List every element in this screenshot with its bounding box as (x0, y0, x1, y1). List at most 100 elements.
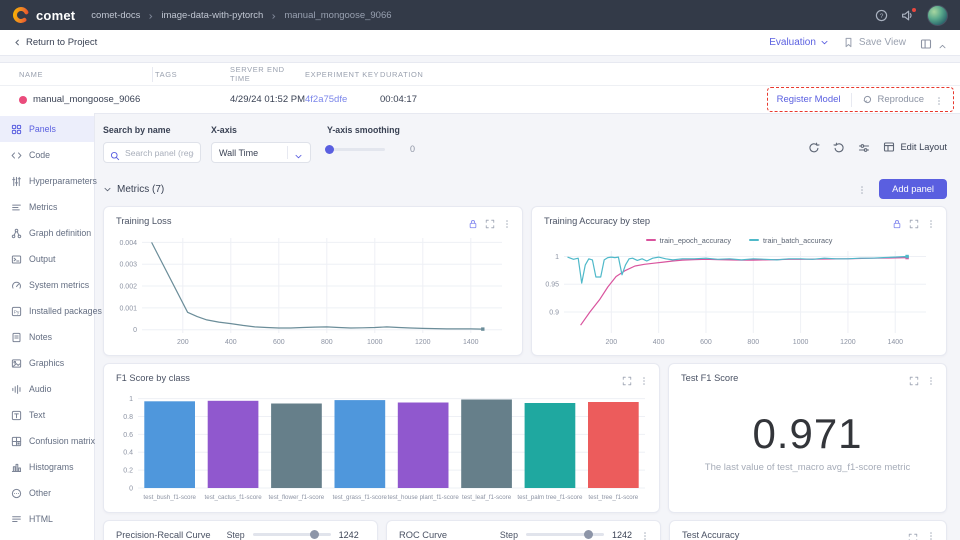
roc-step-slider[interactable] (526, 533, 604, 536)
sidebar-item-installed-packages[interactable]: PyInstalled packages (0, 298, 94, 324)
sidebar-item-other[interactable]: Other (0, 480, 94, 506)
svg-text:test_tree_f1-score: test_tree_f1-score (588, 494, 638, 501)
legend-item-train_epoch_accuracy[interactable]: train_epoch_accuracy (646, 236, 731, 245)
sidebar-item-hyperparameters[interactable]: Hyperparameters (0, 168, 94, 194)
sidebar-item-html[interactable]: HTML (0, 506, 94, 532)
svg-text:1000: 1000 (793, 339, 809, 346)
column-header: SERVER END TIME (230, 65, 305, 83)
search-icon (110, 148, 120, 158)
more-options-icon[interactable] (934, 94, 944, 106)
svg-text:200: 200 (177, 339, 189, 346)
panel-title: Test F1 Score (681, 373, 738, 383)
chevron-up-icon[interactable] (938, 38, 947, 47)
panel-options-icon[interactable] (640, 529, 650, 540)
view-selector-dropdown[interactable]: Evaluation (769, 37, 829, 48)
edit-layout-button[interactable]: Edit Layout (883, 141, 947, 153)
legend-swatch (646, 239, 656, 242)
hyperparameters-icon (11, 176, 22, 187)
sidebar-item-audio[interactable]: Audio (0, 376, 94, 402)
sidebar-item-label: Panels (29, 124, 56, 134)
column-divider (152, 67, 153, 82)
sidebar-item-metrics[interactable]: Metrics (0, 194, 94, 220)
return-to-project-link[interactable]: Return to Project (13, 37, 97, 48)
sidebar-item-histograms[interactable]: Histograms (0, 454, 94, 480)
training-accuracy-legend: train_epoch_accuracy train_batch_accuracy (532, 234, 946, 246)
search-box (103, 142, 201, 163)
output-icon (11, 254, 22, 265)
sidebar-item-label: Hyperparameters (29, 176, 97, 186)
roc-step-slider-thumb[interactable] (584, 530, 593, 539)
sidebar-item-graphics[interactable]: Graphics (0, 350, 94, 376)
smoothing-slider-thumb[interactable] (325, 145, 334, 154)
sidebar-item-code[interactable]: Code (0, 142, 94, 168)
svg-text:0.004: 0.004 (119, 240, 137, 247)
experiment-key-link[interactable]: 4f2a75dfe (305, 94, 347, 105)
sidebar-item-system-metrics[interactable]: System metrics (0, 272, 94, 298)
panel-training-loss: Training Loss 20040060080010001200140000… (103, 206, 523, 356)
xaxis-select[interactable]: Wall Time (211, 142, 311, 163)
section-more-options-icon[interactable] (857, 183, 867, 195)
column-header: EXPERIMENT KEY (305, 70, 380, 79)
histograms-icon (11, 462, 22, 473)
sidebar-item-output[interactable]: Output (0, 246, 94, 272)
expand-icon[interactable] (485, 216, 495, 226)
sidebar-item-graph-definition[interactable]: Graph definition (0, 220, 94, 246)
panel-pr-curve: Precision-Recall Curve Step 1242 (103, 520, 378, 540)
breadcrumb-project[interactable]: image-data-with-pytorch (161, 10, 263, 21)
svg-text:0.8: 0.8 (123, 414, 133, 421)
smoothing-slider[interactable] (327, 148, 385, 151)
comet-logo[interactable]: comet (12, 6, 75, 24)
svg-text:1: 1 (555, 254, 559, 261)
panel-options-icon[interactable] (639, 373, 649, 383)
metrics-section-toggle[interactable]: Metrics (7) (103, 184, 164, 195)
expand-icon[interactable] (909, 216, 919, 226)
experiment-actions-highlight: Register Model Reproduce (767, 87, 954, 112)
panel-options-icon[interactable] (926, 529, 936, 540)
register-model-button[interactable]: Register Model (777, 94, 841, 105)
sidebar-item-confusion-matrix[interactable]: Confusion matrix (0, 428, 94, 454)
save-view-button[interactable]: Save View (843, 37, 906, 48)
refresh-icon[interactable] (808, 141, 820, 153)
breadcrumb-workspace[interactable]: comet-docs (91, 10, 140, 21)
expand-icon[interactable] (622, 373, 632, 383)
pr-step-slider-thumb[interactable] (310, 530, 319, 539)
svg-text:1: 1 (129, 396, 133, 403)
breadcrumb-experiment[interactable]: manual_mongoose_9066 (284, 10, 391, 21)
panel-options-icon[interactable] (502, 216, 512, 226)
f1-by-class-chart: 00.20.40.60.81test_bush_f1-scoretest_cac… (112, 390, 651, 508)
reproduce-button[interactable]: Reproduce (862, 94, 924, 105)
expand-icon[interactable] (909, 373, 919, 383)
avatar[interactable] (927, 5, 948, 26)
pr-step-slider[interactable] (253, 533, 331, 536)
layout-view-icon[interactable] (920, 37, 932, 49)
sidebar-item-notes[interactable]: Notes (0, 324, 94, 350)
sidebar-item-text[interactable]: Text (0, 402, 94, 428)
svg-text:test_bush_f1-score: test_bush_f1-score (143, 494, 196, 501)
comet-logo-icon (12, 6, 30, 24)
svg-text:0.2: 0.2 (123, 468, 133, 475)
search-input[interactable] (125, 148, 194, 158)
reproduce-icon (862, 94, 873, 105)
notification-dot (912, 8, 916, 12)
panel-test-f1-score: Test F1 Score 0.971 The last value of te… (668, 363, 947, 513)
panel-options-icon[interactable] (926, 373, 936, 383)
chevron-left-icon (13, 38, 22, 47)
add-panel-button[interactable]: Add panel (879, 179, 947, 199)
help-icon[interactable]: ? (875, 9, 888, 22)
sidebar-item-panels[interactable]: Panels (0, 116, 94, 142)
panel-roc-curve: ROC Curve Step 1242 (386, 520, 661, 540)
panel-options-icon[interactable] (926, 216, 936, 226)
test-f1-caption: The last value of test_macro avg_f1-scor… (669, 462, 946, 473)
legend-item-train_batch_accuracy[interactable]: train_batch_accuracy (749, 236, 832, 245)
lock-icon[interactable] (892, 216, 902, 226)
reset-icon[interactable] (833, 141, 845, 153)
sidebar-item-label: Installed packages (29, 306, 102, 316)
announcements-icon[interactable] (901, 9, 914, 22)
test-f1-value: 0.971 (669, 410, 946, 458)
system-metrics-icon (11, 280, 22, 291)
tune-filters-icon[interactable] (858, 141, 870, 153)
expand-icon[interactable] (908, 530, 918, 540)
lock-icon[interactable] (468, 216, 478, 226)
layout-icon (883, 141, 895, 153)
divider (851, 93, 852, 107)
